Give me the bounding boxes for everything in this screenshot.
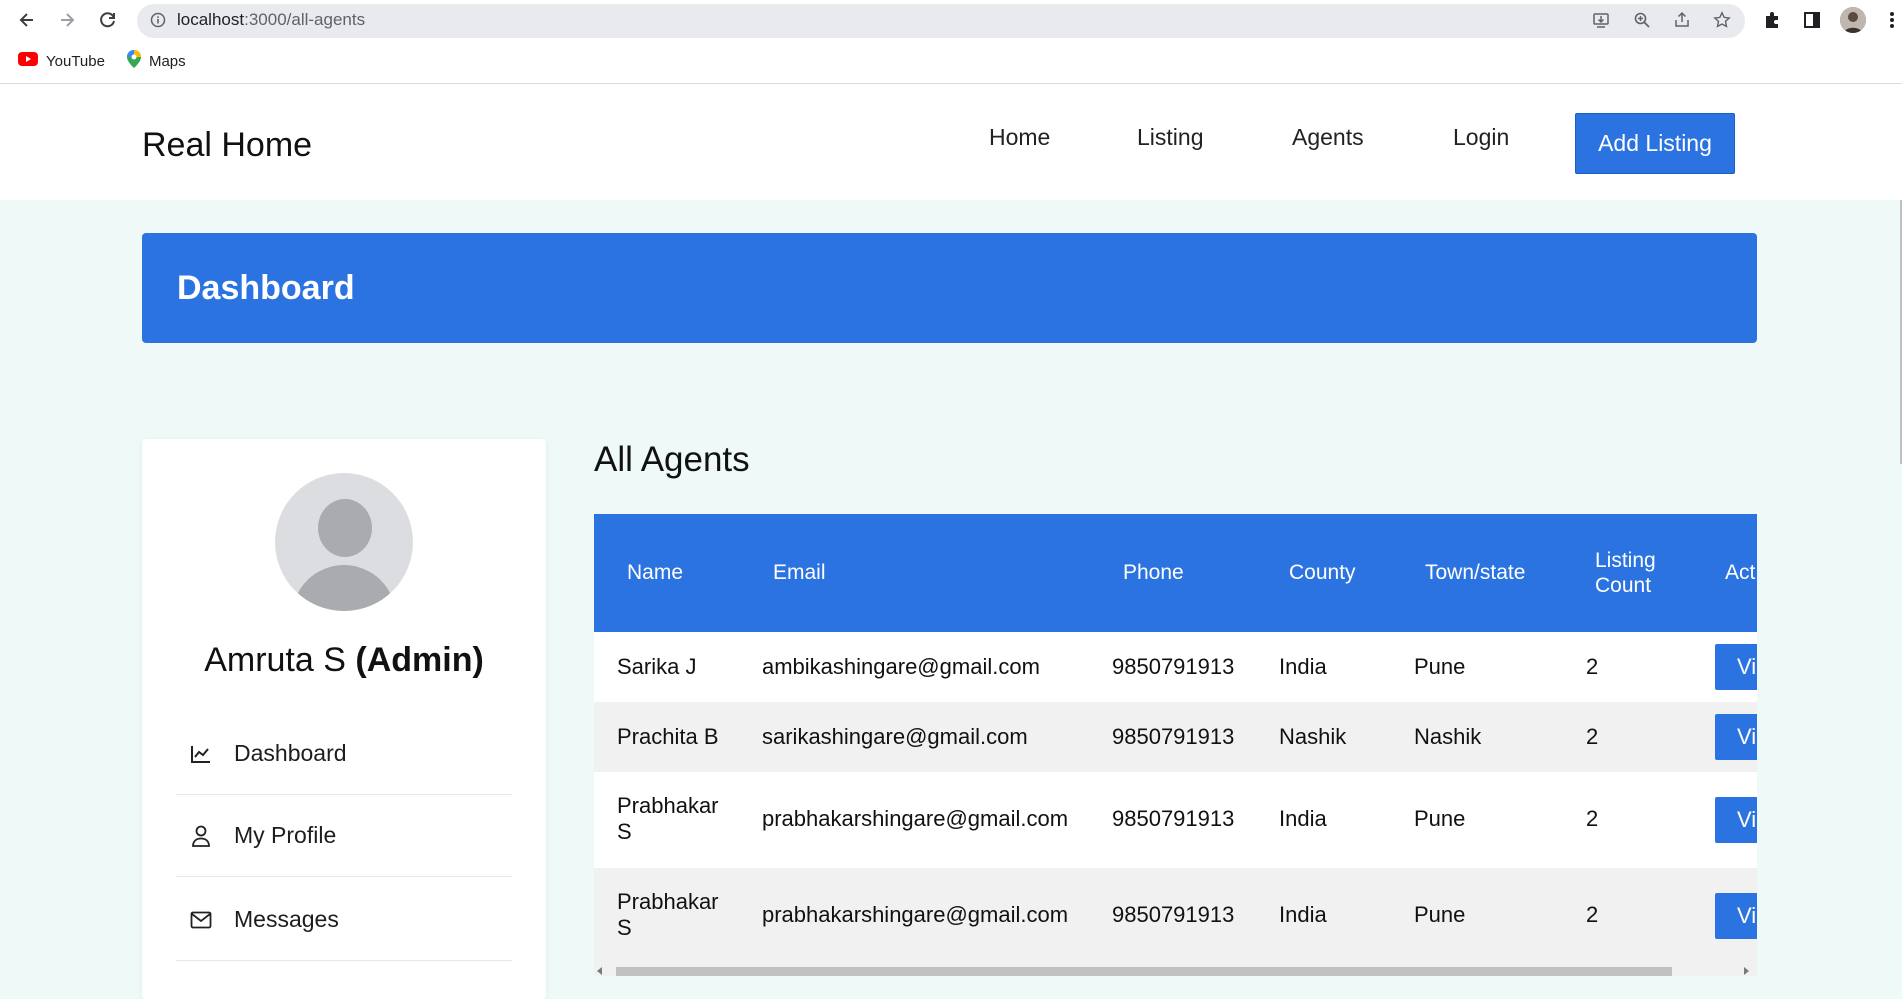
scroll-left-arrow-icon[interactable] — [597, 967, 602, 975]
forward-arrow-icon[interactable] — [55, 8, 79, 32]
brand-logo-text[interactable]: Real Home — [142, 126, 312, 165]
cell-name: Sarika J — [617, 654, 697, 679]
page-title: Dashboard — [177, 269, 355, 307]
cell-email: ambikashingare@gmail.com — [762, 654, 1040, 679]
cell-county: India — [1279, 654, 1327, 679]
avatar-head-shape — [318, 499, 372, 557]
table-row: Prachita B sarikashingare@gmail.com 9850… — [594, 702, 1757, 772]
column-header-email[interactable]: Email — [773, 560, 826, 585]
avatar — [275, 473, 413, 611]
youtube-icon — [18, 52, 38, 70]
cell-town: Pune — [1414, 654, 1466, 679]
site-info-icon[interactable] — [150, 12, 166, 28]
cell-phone: 9850791913 — [1112, 902, 1235, 927]
cell-email: sarikashingare@gmail.com — [762, 724, 1028, 749]
sidebar-item-messages[interactable]: Messages — [176, 879, 512, 961]
bookmark-label: Maps — [148, 52, 186, 70]
view-agent-button[interactable]: Vi — [1715, 644, 1757, 690]
sidebar-item-label: My Profile — [234, 822, 337, 848]
back-arrow-icon[interactable] — [15, 8, 39, 32]
cell-email: prabhakarshingare@gmail.com — [762, 902, 1069, 927]
install-app-icon[interactable] — [1591, 10, 1611, 30]
sidebar-item-label: Messages — [234, 906, 339, 932]
cell-listing-count: 2 — [1586, 806, 1599, 831]
side-panel-icon[interactable] — [1801, 9, 1823, 31]
cell-name: Prabhakar S — [617, 793, 719, 844]
extensions-puzzle-icon[interactable] — [1761, 9, 1783, 31]
cell-name: Prachita B — [617, 724, 719, 749]
column-header-name[interactable]: Name — [627, 560, 683, 585]
cell-county: India — [1279, 806, 1327, 831]
url-path: :3000/all-agents — [244, 10, 366, 29]
browser-profile-avatar[interactable] — [1840, 7, 1866, 33]
bookmark-star-icon[interactable] — [1712, 10, 1732, 30]
scrollbar-thumb[interactable] — [616, 967, 1672, 976]
avatar-shoulders-shape — [292, 565, 396, 611]
profile-name: Amruta S (Admin) — [142, 641, 546, 680]
nav-link-agents[interactable]: Agents — [1292, 124, 1364, 151]
cell-listing-count: 2 — [1586, 654, 1599, 679]
view-agent-button[interactable]: Vi — [1715, 893, 1757, 939]
column-header-listing-count[interactable]: Listing Count — [1595, 548, 1665, 598]
cell-county: India — [1279, 902, 1327, 927]
column-header-action[interactable]: Act — [1725, 560, 1755, 585]
table-row: Sarika J ambikashingare@gmail.com 985079… — [594, 632, 1757, 702]
section-title: All Agents — [594, 440, 750, 479]
column-header-town-state[interactable]: Town/state — [1425, 560, 1525, 585]
chart-line-icon — [188, 741, 214, 767]
table-header: Name Email Phone County Town/state Listi… — [594, 514, 1757, 632]
cell-phone: 9850791913 — [1112, 806, 1235, 831]
zoom-icon[interactable] — [1632, 10, 1652, 30]
nav-link-login[interactable]: Login — [1453, 124, 1509, 151]
maps-pin-icon — [126, 50, 141, 72]
cell-name: Prabhakar S — [617, 889, 719, 940]
table-horizontal-scrollbar[interactable] — [594, 964, 1757, 976]
cell-county: Nashik — [1279, 724, 1347, 749]
cell-phone: 9850791913 — [1112, 654, 1235, 679]
bookmark-maps[interactable]: Maps — [126, 50, 186, 72]
url-host: localhost — [177, 10, 245, 29]
browser-menu-kebab-icon[interactable] — [1885, 9, 1899, 31]
bookmark-youtube[interactable]: YouTube — [18, 52, 105, 70]
sidebar-item-my-profile[interactable]: My Profile — [176, 795, 512, 877]
dashboard-banner: Dashboard — [142, 233, 1757, 343]
envelope-icon — [188, 907, 214, 933]
cell-phone: 9850791913 — [1112, 724, 1235, 749]
table-row: Prabhakar S prabhakarshingare@gmail.com … — [594, 772, 1757, 868]
cell-listing-count: 2 — [1586, 724, 1599, 749]
cell-town: Pune — [1414, 902, 1466, 927]
nav-link-home[interactable]: Home — [989, 124, 1050, 151]
bookmarks-bar: YouTube Maps — [0, 48, 186, 74]
view-agent-button[interactable]: Vi — [1715, 797, 1757, 843]
share-icon[interactable] — [1672, 10, 1692, 30]
cell-town: Nashik — [1414, 724, 1482, 749]
column-header-phone[interactable]: Phone — [1123, 560, 1184, 585]
nav-link-listing[interactable]: Listing — [1137, 124, 1203, 151]
sidebar-item-dashboard[interactable]: Dashboard — [176, 713, 512, 795]
table-row: Prabhakar S prabhakarshingare@gmail.com … — [594, 868, 1757, 964]
column-header-county[interactable]: County — [1289, 560, 1356, 585]
profile-username: Amruta S — [204, 641, 346, 679]
url-text[interactable]: localhost:3000/all-agents — [177, 10, 365, 30]
add-listing-button[interactable]: Add Listing — [1575, 113, 1735, 174]
bookmark-label: YouTube — [46, 52, 105, 70]
cell-listing-count: 2 — [1586, 902, 1599, 927]
agents-table: Name Email Phone County Town/state Listi… — [594, 514, 1757, 976]
cell-email: prabhakarshingare@gmail.com — [762, 806, 1069, 831]
view-agent-button[interactable]: Vi — [1715, 714, 1757, 760]
profile-role: (Admin) — [355, 641, 484, 679]
user-icon — [188, 823, 214, 849]
profile-card: Amruta S (Admin) Dashboard My Profile Me… — [142, 439, 546, 999]
cell-town: Pune — [1414, 806, 1466, 831]
address-bar[interactable] — [137, 4, 1745, 38]
sidebar-item-label: Dashboard — [234, 740, 347, 766]
site-header: Real Home Home Listing Agents Login Add … — [0, 84, 1902, 200]
scroll-right-arrow-icon[interactable] — [1744, 967, 1749, 975]
browser-chrome: localhost:3000/all-agents YouTube Maps — [0, 0, 1902, 84]
reload-icon[interactable] — [96, 8, 120, 32]
